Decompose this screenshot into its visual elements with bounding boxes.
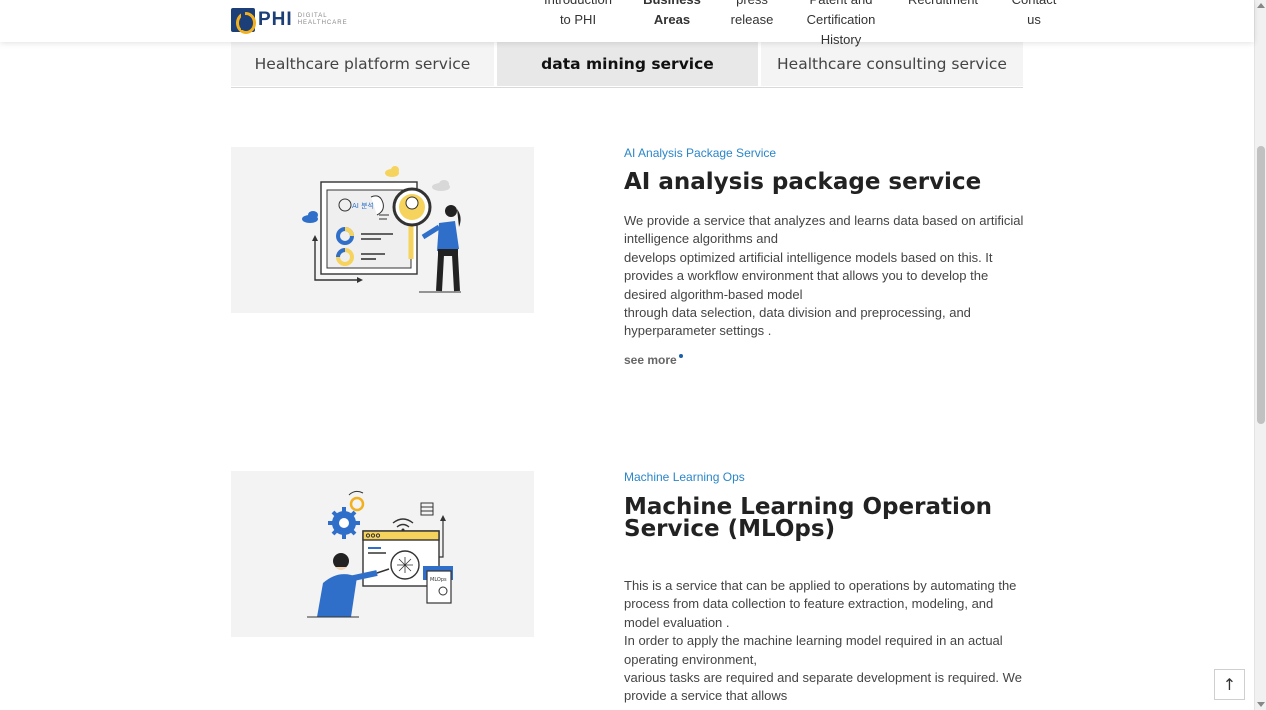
site-header: PHI DIGITAL HEALTHCARE Introduction to P… bbox=[0, 0, 1254, 47]
dot-icon bbox=[678, 354, 683, 358]
scroll-up-arrow-icon[interactable] bbox=[1257, 3, 1265, 8]
nav-patent-line1: Patent and bbox=[800, 0, 882, 10]
scroll-down-arrow-icon[interactable] bbox=[1257, 702, 1265, 707]
nav-press-release[interactable]: press release bbox=[727, 0, 777, 30]
see-more-label: see more bbox=[624, 353, 677, 367]
logo-sub-line-1: DIGITAL bbox=[297, 13, 328, 19]
scroll-to-top-button[interactable]: ↑ bbox=[1214, 669, 1245, 700]
nav-contact-line1: Contact bbox=[1008, 0, 1060, 10]
nav-patent-line2: Certification bbox=[806, 12, 876, 27]
service-tabs: Healthcare platform service data mining … bbox=[231, 42, 1023, 88]
nav-contact-line2: us bbox=[1027, 12, 1041, 27]
desc-paragraph: develops optimized artificial intelligen… bbox=[624, 249, 993, 302]
nav-contact-us[interactable]: Contact us bbox=[1008, 0, 1060, 30]
section-title: Machine Learning Operation Service (MLOp… bbox=[624, 494, 993, 542]
scrollbar-thumb[interactable] bbox=[1257, 146, 1265, 424]
section-description: This is a service that can be applied to… bbox=[624, 577, 1024, 706]
ai-analysis-illustration: AI 분석 bbox=[231, 147, 534, 313]
section-title: AI analysis package service bbox=[624, 169, 982, 195]
nav-business-line2: Areas bbox=[653, 12, 691, 27]
nav-recruitment[interactable]: Recruitment bbox=[906, 0, 980, 10]
desc-paragraph: various tasks are required and separate … bbox=[624, 670, 1022, 704]
nav-press-line2: release bbox=[730, 12, 774, 27]
logo-sub-line-2: HEALTHCARE bbox=[297, 20, 348, 26]
desc-paragraph: through data selection, data division an… bbox=[624, 305, 971, 339]
see-more-link[interactable]: see more bbox=[624, 353, 683, 367]
nav-patent-line3: History bbox=[820, 32, 862, 47]
tab-healthcare-platform[interactable]: Healthcare platform service bbox=[231, 42, 494, 86]
section-description: We provide a service that analyzes and l… bbox=[624, 212, 1024, 341]
nav-introduction[interactable]: Introduction to PHI bbox=[543, 0, 613, 30]
nav-introduction-line2: to PHI bbox=[559, 12, 597, 27]
nav-introduction-line1: Introduction bbox=[543, 0, 613, 10]
nav-patent-history[interactable]: Patent and Certification History bbox=[800, 0, 882, 50]
logo-subtitle: DIGITAL HEALTHCARE bbox=[298, 13, 348, 27]
nav-recruitment-line1: Recruitment bbox=[906, 0, 980, 10]
desc-paragraph: This is a service that can be applied to… bbox=[624, 578, 1017, 630]
logo-mark-icon bbox=[231, 8, 256, 34]
nav-business-areas[interactable]: Business Areas bbox=[642, 0, 702, 30]
section-tag: AI Analysis Package Service bbox=[624, 146, 777, 160]
desc-paragraph: In order to apply the machine learning m… bbox=[624, 633, 1003, 667]
page-scrollbar[interactable] bbox=[1254, 0, 1266, 710]
mlops-illustration: MLOps bbox=[231, 471, 534, 637]
mlops-doc-label: MLOps bbox=[430, 577, 447, 583]
section-tag: Machine Learning Ops bbox=[624, 470, 745, 484]
tab-data-mining[interactable]: data mining service bbox=[497, 42, 758, 86]
desc-paragraph: We provide a service that analyzes and l… bbox=[624, 213, 1024, 247]
nav-press-line1: press bbox=[727, 0, 777, 10]
arrow-up-icon: ↑ bbox=[1222, 675, 1237, 694]
ai-analysis-label: AI 분석 bbox=[352, 201, 374, 210]
logo-text: PHI bbox=[258, 9, 293, 30]
logo[interactable]: PHI DIGITAL HEALTHCARE bbox=[231, 8, 348, 34]
nav-business-line1: Business bbox=[642, 0, 702, 10]
